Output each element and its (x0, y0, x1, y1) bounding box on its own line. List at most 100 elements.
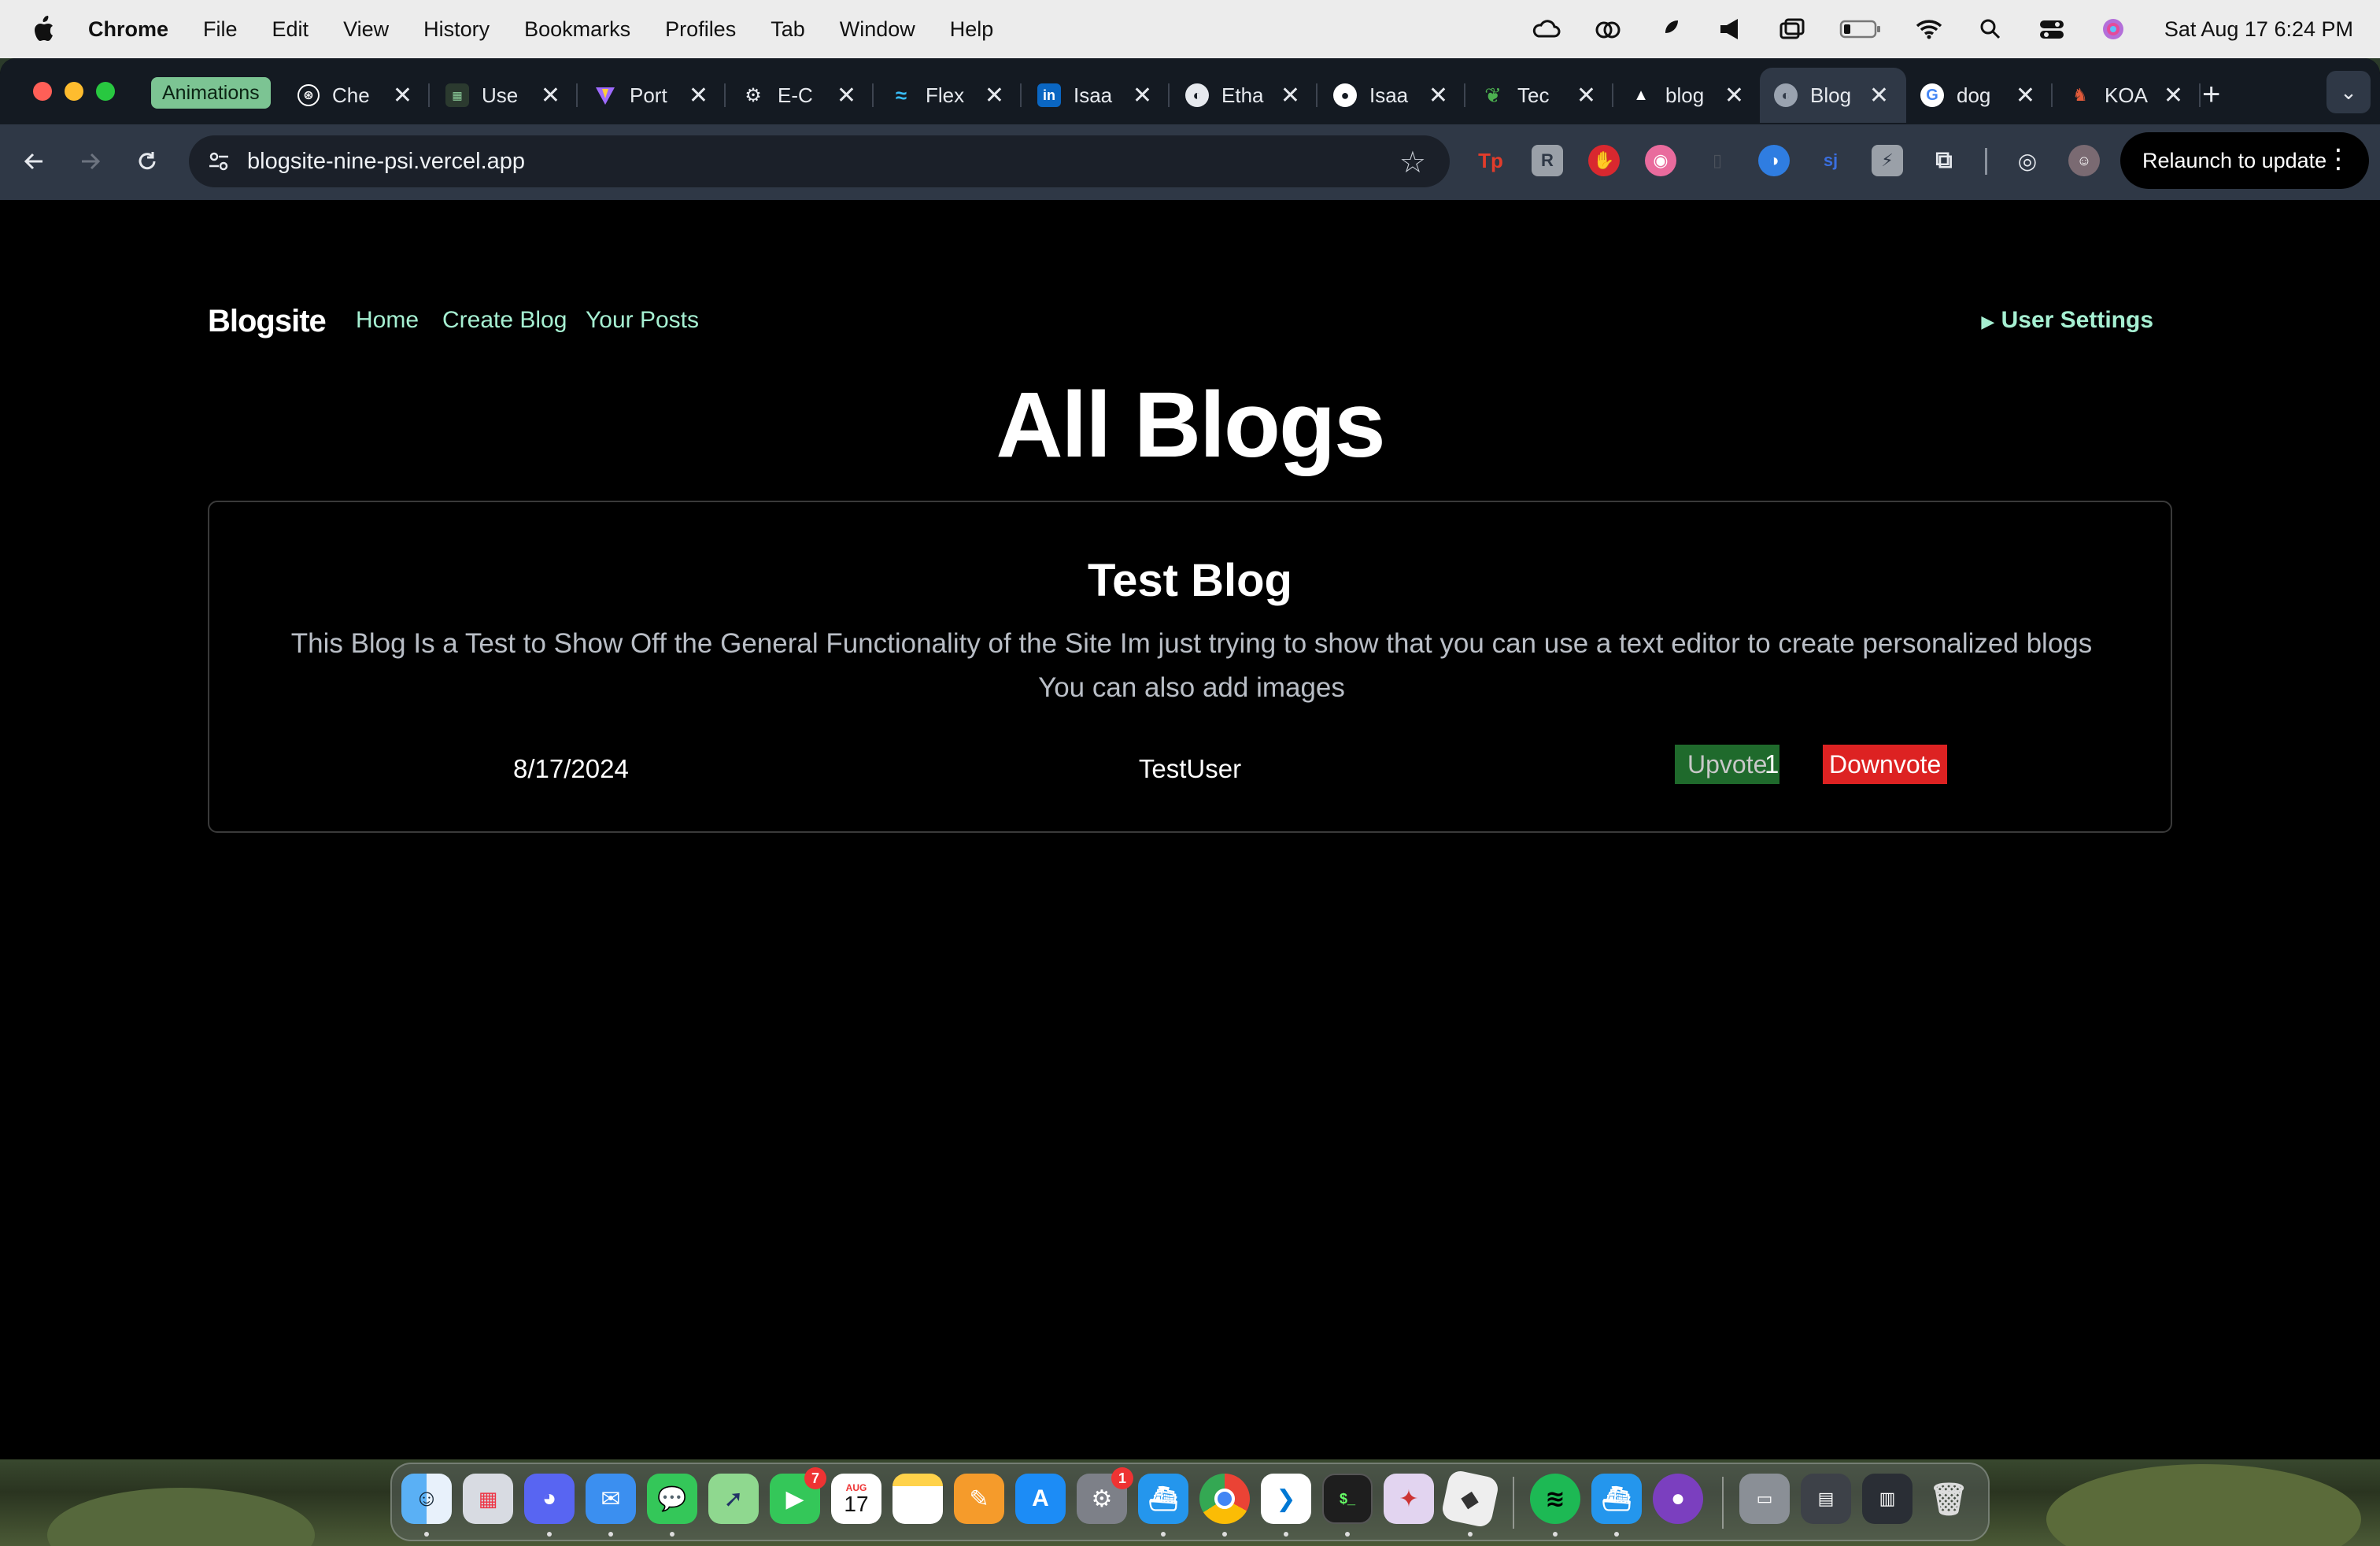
menu-tab[interactable]: Tab (771, 17, 805, 42)
relaunch-update-button[interactable]: Relaunch to update ⋮ (2120, 132, 2369, 189)
menu-profiles[interactable]: Profiles (665, 17, 736, 42)
design-app-icon[interactable]: ✦ (1384, 1474, 1434, 1524)
more-menu-icon[interactable]: ⋮ (2325, 143, 2352, 175)
spotlight-search-icon[interactable] (1975, 16, 2005, 43)
tab-search-button[interactable]: ⌄ (2326, 71, 2371, 113)
spotify-icon[interactable]: ≋ (1530, 1474, 1580, 1524)
vscode-icon[interactable]: ❯ (1261, 1474, 1311, 1524)
close-tab-icon[interactable]: ✕ (1428, 82, 1448, 109)
creative-cloud-icon[interactable] (1593, 16, 1623, 43)
url-text[interactable]: blogsite-nine-psi.vercel.app (247, 149, 525, 175)
nav-create-blog-link[interactable]: Create Blog (442, 307, 567, 334)
nav-home-link[interactable]: Home (356, 307, 419, 334)
rocket-icon[interactable] (1654, 16, 1684, 43)
bookmark-star-icon[interactable]: ☆ (1399, 145, 1426, 180)
minimized-window-icon[interactable]: ▭ (1739, 1474, 1790, 1524)
blog-post-card[interactable]: Test Blog This Blog Is a Test to Show Of… (208, 501, 2172, 833)
tab-item-active[interactable]: ◐ Blog ✕ (1760, 68, 1906, 123)
roblox-icon[interactable]: ◆ (1440, 1469, 1500, 1529)
menu-file[interactable]: File (203, 17, 238, 42)
facetime-icon[interactable]: ▶ 7 (770, 1467, 826, 1524)
minimize-window-button[interactable] (65, 82, 83, 101)
extension-adblock-icon[interactable]: ✋ (1588, 145, 1620, 176)
megaphone-icon[interactable] (1716, 16, 1746, 43)
close-tab-icon[interactable]: ✕ (1281, 82, 1300, 109)
tab-item[interactable]: ▲ blog ✕ (1615, 68, 1761, 123)
cloud-status-icon[interactable] (1532, 16, 1561, 43)
minimized-window-icon[interactable]: ▥ (1862, 1474, 1913, 1524)
close-tab-icon[interactable]: ✕ (1133, 82, 1152, 109)
profile-avatar-icon[interactable]: ☺ (2068, 145, 2100, 176)
app-store-icon[interactable]: A (1015, 1474, 1066, 1524)
tab-item[interactable]: ⚙ E-C ✕ (727, 68, 874, 123)
close-tab-icon[interactable]: ✕ (2164, 82, 2183, 109)
tab-item[interactable]: ≈ Flex ✕ (875, 68, 1022, 123)
launchpad-icon[interactable]: ▦ (463, 1474, 513, 1524)
tab-item[interactable]: G dog ✕ (1906, 68, 2053, 123)
menu-view[interactable]: View (343, 17, 389, 42)
menu-clock[interactable]: Sat Aug 17 6:24 PM (2164, 17, 2353, 42)
close-tab-icon[interactable]: ✕ (689, 82, 708, 109)
menu-help[interactable]: Help (950, 17, 994, 42)
pages-icon[interactable]: ✎ (954, 1474, 1004, 1524)
github-desktop-icon[interactable]: ● (1653, 1474, 1703, 1524)
tab-item[interactable]: ▦ Use ✕ (431, 68, 578, 123)
reload-button[interactable] (128, 142, 167, 181)
messages-icon[interactable]: 💬 (647, 1474, 697, 1524)
apple-icon[interactable] (31, 16, 55, 43)
docker-icon[interactable]: ⛴ (1138, 1474, 1188, 1524)
notes-icon[interactable] (893, 1474, 943, 1524)
tab-item[interactable]: ● Isaa ✕ (1319, 68, 1465, 123)
extension-reader-icon[interactable]: R (1532, 145, 1563, 176)
close-tab-icon[interactable]: ✕ (985, 82, 1004, 109)
tab-item[interactable]: in Isaa ✕ (1023, 68, 1170, 123)
menu-history[interactable]: History (423, 17, 490, 42)
extension-clipboard-icon[interactable]: ▯ (1702, 145, 1733, 176)
site-brand[interactable]: Blogsite (208, 304, 327, 339)
extension-pig-icon[interactable]: ◉ (1645, 145, 1676, 176)
extensions-puzzle-icon[interactable]: ⧉ (1928, 145, 1960, 176)
extension-tp-icon[interactable]: Tp (1475, 145, 1506, 176)
menu-window[interactable]: Window (840, 17, 915, 42)
terminal-icon[interactable]: $_ (1322, 1474, 1373, 1524)
system-settings-icon[interactable]: ⚙ 1 (1077, 1467, 1133, 1524)
performance-icon[interactable]: ◎ (2012, 145, 2043, 176)
close-tab-icon[interactable]: ✕ (393, 82, 412, 109)
extension-sj-icon[interactable]: sj (1815, 145, 1846, 176)
extension-edit-icon[interactable]: ⚡ (1872, 145, 1903, 176)
extension-globe-icon[interactable]: ◑ (1758, 145, 1790, 176)
tab-item[interactable]: ◐ Etha ✕ (1171, 68, 1318, 123)
maps-icon[interactable]: ➚ (708, 1474, 759, 1524)
address-bar[interactable]: blogsite-nine-psi.vercel.app ☆ (189, 135, 1450, 187)
discord-icon[interactable]: ◕ (524, 1474, 575, 1524)
nav-your-posts-link[interactable]: Your Posts (586, 307, 699, 334)
menu-app-name[interactable]: Chrome (88, 17, 168, 42)
close-tab-icon[interactable]: ✕ (1576, 82, 1596, 109)
tab-item[interactable]: Port ✕ (579, 68, 726, 123)
downvote-button[interactable]: Downvote (1823, 745, 1948, 784)
window-switcher-icon[interactable] (1777, 16, 1807, 43)
close-window-button[interactable] (33, 82, 52, 101)
user-settings-toggle[interactable]: ▶ User Settings (1981, 307, 2153, 334)
site-info-icon[interactable] (203, 146, 235, 177)
control-center-icon[interactable] (2037, 16, 2067, 43)
battery-icon[interactable] (1839, 16, 1883, 43)
zoom-window-button[interactable] (96, 82, 115, 101)
menu-edit[interactable]: Edit (272, 17, 309, 42)
back-button[interactable] (14, 142, 54, 181)
chrome-icon[interactable] (1199, 1474, 1250, 1524)
tab-group-label[interactable]: Animations (151, 77, 271, 109)
calendar-icon[interactable]: AUG 17 (831, 1474, 881, 1524)
trash-icon[interactable]: 🗑 (1924, 1474, 1974, 1524)
docker-desktop-icon[interactable]: ⛴ (1591, 1474, 1642, 1524)
finder-icon[interactable]: ☺ (401, 1474, 452, 1524)
close-tab-icon[interactable]: ✕ (1724, 82, 1744, 109)
tab-item[interactable]: ❦ Tec ✕ (1467, 68, 1613, 123)
wifi-icon[interactable] (1914, 16, 1944, 43)
close-tab-icon[interactable]: ✕ (2016, 82, 2035, 109)
tab-item[interactable]: ♞ KOA ✕ (2054, 68, 2201, 123)
forward-button[interactable] (71, 142, 110, 181)
menu-bookmarks[interactable]: Bookmarks (524, 17, 630, 42)
new-tab-button[interactable]: + (2202, 77, 2220, 113)
blog-post-title[interactable]: Test Blog (209, 554, 2171, 607)
